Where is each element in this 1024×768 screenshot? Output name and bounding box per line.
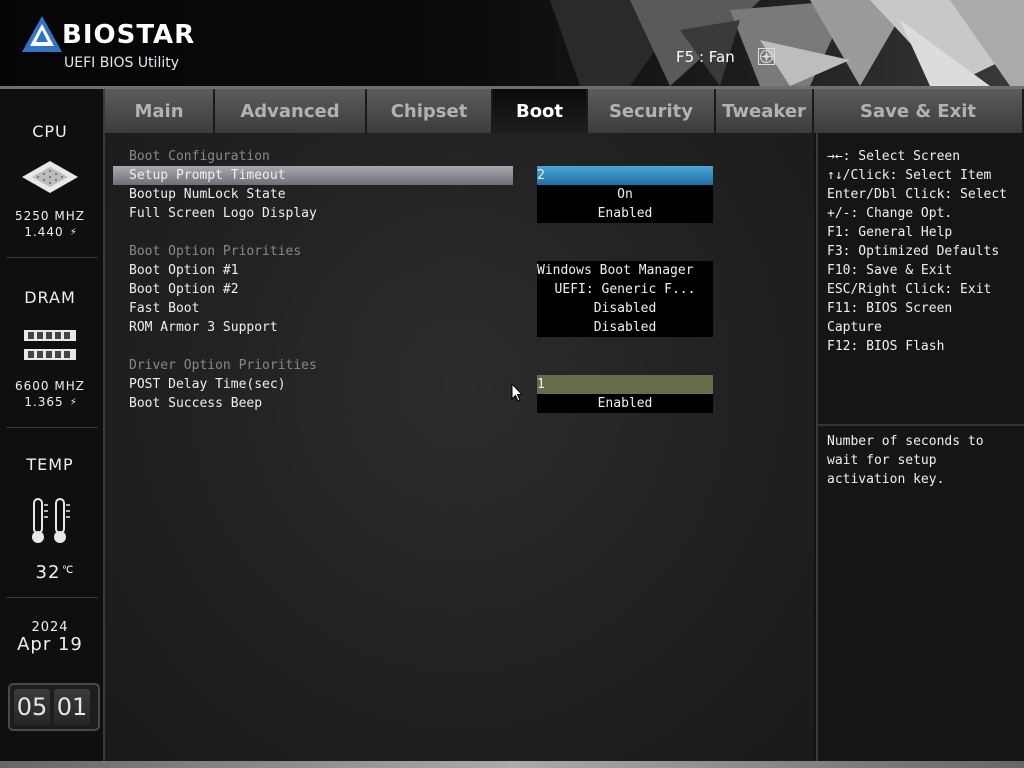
help-line: F1: General Help bbox=[827, 225, 953, 240]
tab-security[interactable]: Security bbox=[588, 89, 716, 133]
boot-option-2-label[interactable]: Boot Option #2 bbox=[129, 280, 239, 299]
help-line: F11: BIOS Screen bbox=[827, 301, 953, 316]
boot-success-beep-value[interactable]: Enabled bbox=[537, 394, 713, 413]
cpu-icon bbox=[22, 161, 78, 193]
brand-name: BIOSTAR bbox=[62, 20, 196, 50]
help-line: →←: Select Screen bbox=[827, 149, 961, 164]
rom-armor-value[interactable]: Disabled bbox=[537, 318, 713, 337]
clock-minutes: 01 bbox=[54, 689, 90, 725]
date-month-day: Apr 19 bbox=[17, 634, 83, 655]
cpu-frequency: 5250 MHZ bbox=[15, 209, 85, 223]
dram-voltage: 1.365 bbox=[24, 395, 64, 409]
help-line: Capture bbox=[827, 320, 882, 335]
help-panel: →←: Select Screen ↑↓/Click: Select Item … bbox=[816, 133, 1024, 761]
decorative-shards bbox=[550, 0, 1024, 86]
tab-chipset[interactable]: Chipset bbox=[367, 89, 493, 133]
temp-label: TEMP bbox=[26, 455, 74, 474]
sidebar-divider bbox=[6, 257, 98, 258]
tab-save-exit[interactable]: Save & Exit bbox=[814, 89, 1024, 133]
voltage-bolt-icon: ⚡ bbox=[70, 395, 77, 408]
footer-bar bbox=[0, 761, 1024, 768]
item-description: Number of seconds to wait for setup acti… bbox=[827, 434, 984, 487]
temp-value: 32 bbox=[35, 562, 61, 583]
boot-option-1-value[interactable]: Windows Boot Manager bbox=[537, 261, 713, 280]
bootup-numlock-label[interactable]: Bootup NumLock State bbox=[129, 185, 286, 204]
help-divider bbox=[818, 424, 1024, 426]
clock-hours: 05 bbox=[14, 689, 50, 725]
fast-boot-value[interactable]: Disabled bbox=[537, 299, 713, 318]
dram-icon bbox=[24, 330, 76, 360]
header-subtitle: UEFI BIOS Utility bbox=[64, 55, 179, 71]
fast-boot-label[interactable]: Fast Boot bbox=[129, 299, 199, 318]
help-line: F3: Optimized Defaults bbox=[827, 244, 1000, 259]
cpu-voltage: 1.440 bbox=[24, 225, 64, 239]
dram-frequency: 6600 MHZ bbox=[15, 379, 85, 393]
fan-shortcut-label[interactable]: F5 : Fan bbox=[676, 48, 735, 66]
help-line: F10: Save & Exit bbox=[827, 263, 953, 278]
boot-option-2-value[interactable]: UEFI: Generic F... bbox=[537, 280, 713, 299]
help-line: Enter/Dbl Click: Select bbox=[827, 187, 1008, 202]
boot-success-beep-label[interactable]: Boot Success Beep bbox=[129, 394, 262, 413]
full-screen-logo-label[interactable]: Full Screen Logo Display bbox=[129, 204, 317, 223]
tab-tweaker[interactable]: Tweaker bbox=[716, 89, 814, 133]
post-delay-label[interactable]: POST Delay Time(sec) bbox=[129, 375, 286, 394]
full-screen-logo-value[interactable]: Enabled bbox=[537, 204, 713, 223]
clock: 05 01 bbox=[8, 683, 100, 731]
boot-settings-panel: Boot Configuration Setup Prompt Timeout … bbox=[105, 133, 814, 761]
bios-header: BIOSTAR UEFI BIOS Utility F5 : Fan bbox=[0, 0, 1024, 86]
help-line: +/-: Change Opt. bbox=[827, 206, 953, 221]
voltage-bolt-icon: ⚡ bbox=[70, 225, 77, 238]
post-delay-field[interactable]: 1 bbox=[537, 375, 713, 394]
help-line: F12: BIOS Flash bbox=[827, 339, 945, 354]
cpu-label: CPU bbox=[32, 122, 68, 141]
hardware-monitor-sidebar: CPU 5250 MHZ 1.440 ⚡ DRAM 6600 MHZ 1.365… bbox=[0, 89, 105, 761]
help-line: ESC/Right Click: Exit bbox=[827, 282, 992, 297]
bootup-numlock-value[interactable]: On bbox=[537, 185, 713, 204]
group-heading: Boot Configuration bbox=[129, 149, 270, 164]
mouse-cursor-icon bbox=[511, 383, 523, 402]
biostar-logo-icon bbox=[22, 16, 62, 52]
dram-label: DRAM bbox=[24, 288, 76, 307]
celsius-icon: ℃ bbox=[62, 565, 74, 576]
group-heading: Boot Option Priorities bbox=[129, 244, 302, 259]
setup-prompt-timeout-field[interactable]: 2 bbox=[537, 166, 713, 185]
group-heading[interactable]: Driver Option Priorities bbox=[129, 356, 317, 375]
boot-option-1-label[interactable]: Boot Option #1 bbox=[129, 261, 239, 280]
tab-advanced[interactable]: Advanced bbox=[215, 89, 367, 133]
help-line: ↑↓/Click: Select Item bbox=[827, 168, 992, 183]
setup-prompt-timeout-label[interactable]: Setup Prompt Timeout bbox=[129, 166, 286, 185]
fan-icon[interactable] bbox=[758, 48, 775, 65]
rom-armor-label[interactable]: ROM Armor 3 Support bbox=[129, 318, 278, 337]
sidebar-divider bbox=[6, 597, 98, 598]
sidebar-divider bbox=[6, 427, 98, 428]
date-year: 2024 bbox=[31, 620, 69, 635]
main-tabs: Main Advanced Chipset Boot Security Twea… bbox=[105, 89, 1024, 133]
thermometer-icon bbox=[32, 498, 70, 543]
tab-main[interactable]: Main bbox=[105, 89, 215, 133]
tab-boot[interactable]: Boot bbox=[493, 89, 588, 133]
